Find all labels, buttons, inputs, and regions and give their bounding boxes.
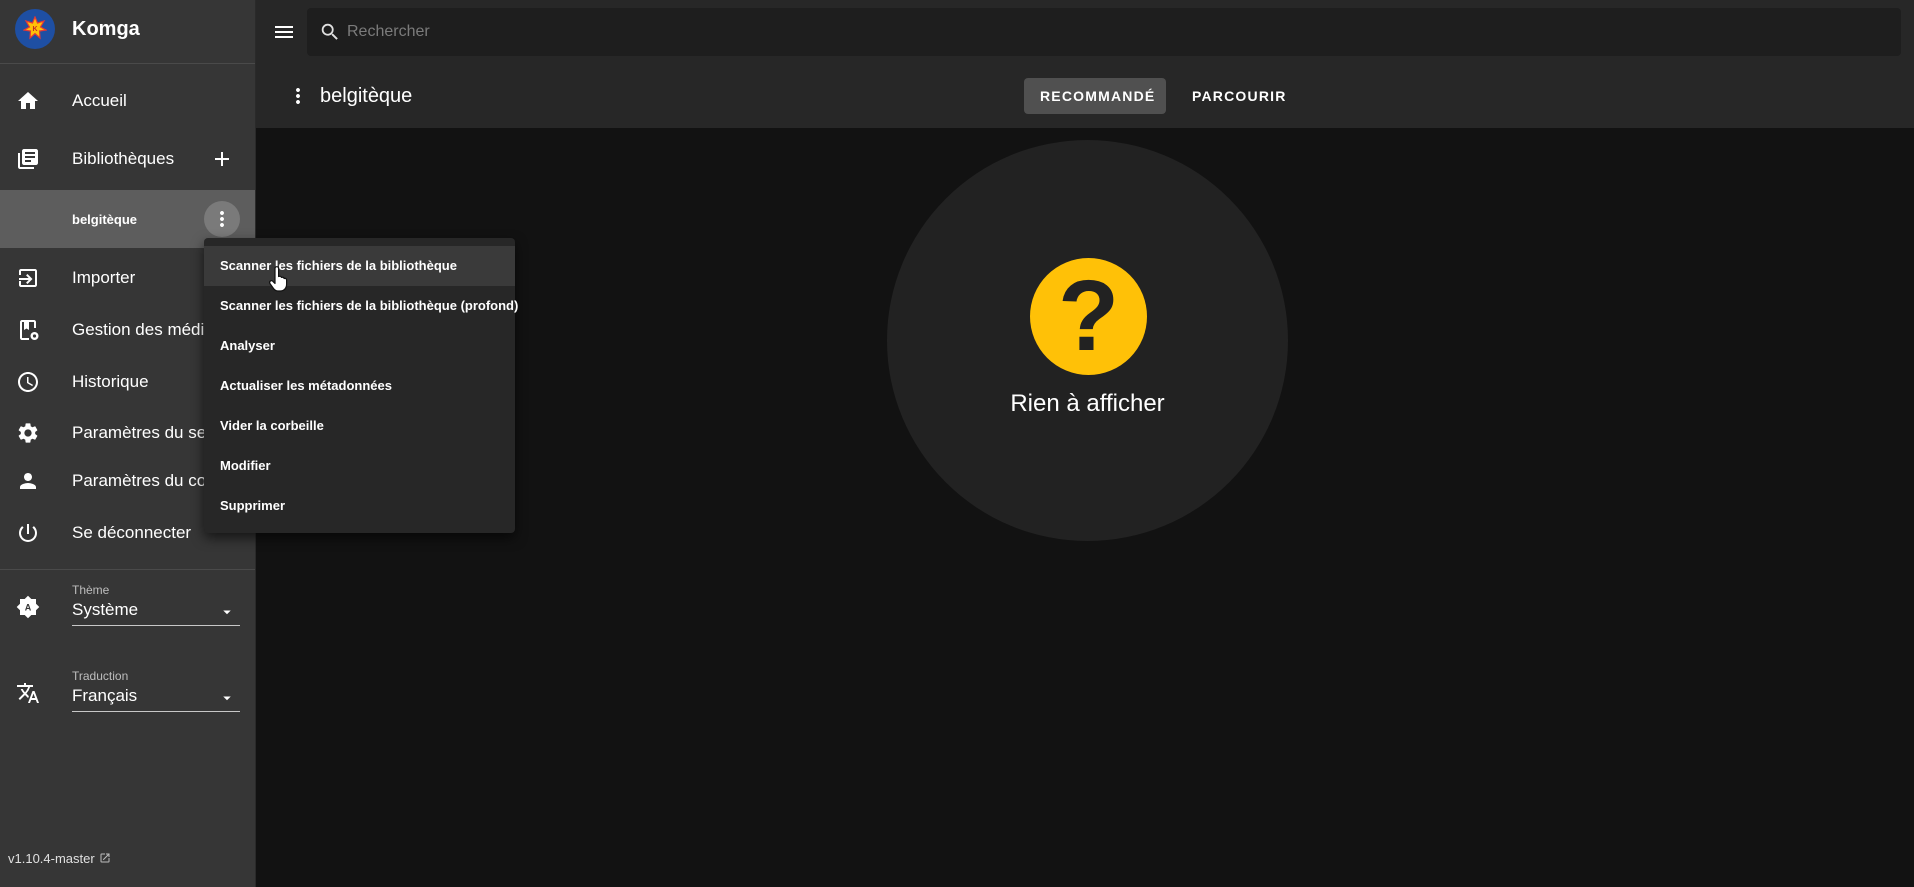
menu-item-empty-trash[interactable]: Vider la corbeille bbox=[204, 406, 515, 446]
power-icon bbox=[16, 521, 40, 545]
nav-label-libraries: Bibliothèques bbox=[72, 149, 175, 168]
brand-header: K Komga bbox=[0, 0, 255, 64]
menu-item-scan[interactable]: Scanner les fichiers de la bibliothèque bbox=[204, 246, 515, 286]
translation-underline bbox=[72, 711, 240, 712]
logo-burst-icon: K bbox=[23, 16, 47, 40]
search-box[interactable] bbox=[307, 8, 1901, 56]
theme-auto-icon: A bbox=[16, 595, 40, 619]
nav-item-libraries[interactable]: Bibliothèques bbox=[0, 133, 255, 185]
nav-label-account-settings: Paramètres du con bbox=[72, 471, 216, 490]
tab-browse[interactable]: PARCOURIR bbox=[1176, 78, 1303, 114]
translate-icon bbox=[16, 681, 40, 705]
theme-value: Système bbox=[72, 600, 139, 619]
empty-state: ? Rien à afficher bbox=[887, 140, 1288, 541]
search-icon bbox=[319, 21, 341, 43]
libraries-icon bbox=[16, 147, 40, 171]
search-input[interactable] bbox=[347, 8, 1847, 56]
menu-item-delete[interactable]: Supprimer bbox=[204, 486, 515, 526]
translation-select[interactable]: Traduction Français bbox=[0, 669, 255, 729]
more-vert-icon bbox=[210, 207, 234, 231]
menu-item-edit[interactable]: Modifier bbox=[204, 446, 515, 486]
translation-value: Français bbox=[72, 686, 138, 705]
library-toolbar: belgitèque RECOMMANDÉ PARCOURIR bbox=[256, 64, 1914, 128]
menu-item-scan-deep[interactable]: Scanner les fichiers de la bibliothèque … bbox=[204, 286, 518, 326]
translation-caption: Traduction bbox=[72, 669, 129, 683]
nav-label-import: Importer bbox=[72, 268, 136, 287]
sidebar-divider bbox=[0, 569, 255, 570]
library-title: belgitèque bbox=[320, 85, 413, 107]
tab-recommended[interactable]: RECOMMANDÉ bbox=[1024, 78, 1166, 114]
nav-label-logout: Se déconnecter bbox=[72, 523, 192, 542]
theme-select[interactable]: A Thème Système bbox=[0, 583, 255, 643]
more-vert-icon[interactable] bbox=[286, 84, 310, 108]
app-bar bbox=[256, 0, 1914, 64]
chevron-down-icon bbox=[218, 603, 236, 621]
person-icon bbox=[16, 469, 40, 493]
svg-text:K: K bbox=[32, 26, 37, 33]
nav-label-media-management: Gestion des média bbox=[72, 320, 214, 339]
komga-logo[interactable]: K bbox=[15, 9, 55, 49]
library-context-menu: Scanner les fichiers de la bibliothèque … bbox=[204, 238, 518, 533]
menu-item-analyze[interactable]: Analyser bbox=[204, 326, 515, 366]
app-title: Komga bbox=[72, 18, 140, 40]
library-name: belgitèque bbox=[72, 212, 138, 227]
svg-text:?: ? bbox=[1058, 260, 1119, 372]
nav-item-home[interactable]: Accueil bbox=[0, 75, 255, 127]
question-mark-icon: ? bbox=[1030, 258, 1147, 375]
version-link[interactable]: v1.10.4-master bbox=[8, 851, 111, 866]
nav-label-history: Historique bbox=[72, 372, 149, 391]
nav-label-home: Accueil bbox=[72, 91, 127, 110]
svg-text:A: A bbox=[25, 603, 32, 613]
version-text: v1.10.4-master bbox=[8, 851, 95, 866]
home-icon bbox=[16, 89, 40, 113]
library-menu-button[interactable] bbox=[204, 201, 240, 237]
menu-item-refresh-metadata[interactable]: Actualiser les métadonnées bbox=[204, 366, 515, 406]
add-library-icon[interactable] bbox=[210, 147, 234, 171]
hand-cursor-icon bbox=[268, 266, 290, 292]
theme-underline bbox=[72, 625, 240, 626]
chevron-down-icon bbox=[218, 689, 236, 707]
menu-toggle-icon[interactable] bbox=[272, 20, 296, 44]
import-icon bbox=[16, 266, 40, 290]
gear-icon bbox=[16, 421, 40, 445]
empty-state-text: Rien à afficher bbox=[1010, 390, 1165, 417]
open-in-new-icon bbox=[99, 852, 111, 864]
history-clock-icon bbox=[16, 370, 40, 394]
media-management-icon bbox=[16, 318, 40, 342]
theme-caption: Thème bbox=[72, 583, 110, 597]
nav-label-server-settings: Paramètres du ser bbox=[72, 423, 212, 442]
